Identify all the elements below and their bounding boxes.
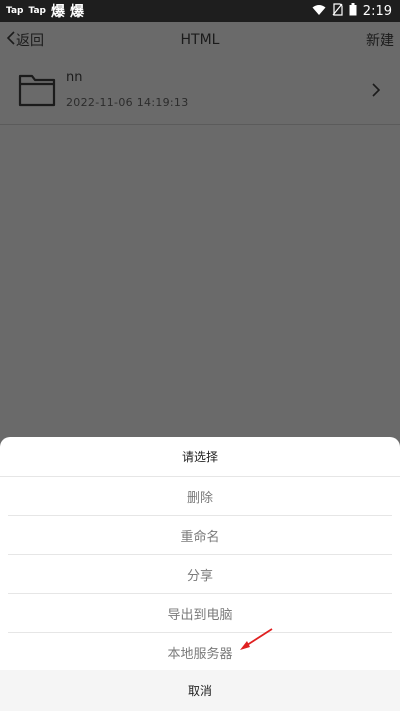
status-bar-notifications: Tap Tap 爆 爆 bbox=[0, 1, 84, 21]
local-server-option[interactable]: 本地服务器 bbox=[8, 633, 392, 672]
chevron-right-icon bbox=[372, 82, 381, 101]
rename-option[interactable]: 重命名 bbox=[8, 516, 392, 555]
action-sheet: 请选择 删除 重命名 分享 导出到电脑 本地服务器 取消 bbox=[0, 437, 400, 711]
clock: 2:19 bbox=[362, 3, 392, 19]
annotation-arrow-icon bbox=[238, 627, 274, 657]
nav-bar: 返回 HTML 新建 bbox=[0, 22, 400, 58]
app-notification-icon: 爆 bbox=[51, 4, 65, 20]
file-date: 2022-11-06 14:19:13 bbox=[66, 96, 189, 109]
share-option[interactable]: 分享 bbox=[8, 555, 392, 594]
status-bar-system: 2:19 bbox=[312, 3, 400, 19]
sheet-title: 请选择 bbox=[0, 437, 400, 477]
file-name: nn bbox=[66, 70, 83, 85]
taptap-notification-icon-2: Tap bbox=[28, 6, 47, 16]
chevron-left-icon bbox=[6, 31, 16, 49]
app-notification-icon-2: 爆 bbox=[70, 4, 84, 20]
list-item[interactable]: nn 2022-11-06 14:19:13 bbox=[0, 58, 400, 125]
cancel-button[interactable]: 取消 bbox=[0, 670, 400, 711]
page-title: HTML bbox=[180, 32, 220, 48]
folder-icon bbox=[18, 73, 56, 111]
back-button[interactable]: 返回 bbox=[0, 30, 44, 50]
new-button[interactable]: 新建 bbox=[366, 30, 400, 50]
status-bar: Tap Tap 爆 爆 2:19 bbox=[0, 0, 400, 22]
battery-icon bbox=[349, 3, 357, 19]
wifi-icon bbox=[312, 4, 326, 19]
delete-option[interactable]: 删除 bbox=[8, 477, 392, 516]
no-sim-icon bbox=[332, 3, 343, 19]
back-label: 返回 bbox=[16, 33, 44, 49]
taptap-notification-icon: Tap bbox=[6, 6, 24, 16]
export-to-pc-option[interactable]: 导出到电脑 bbox=[8, 594, 392, 633]
